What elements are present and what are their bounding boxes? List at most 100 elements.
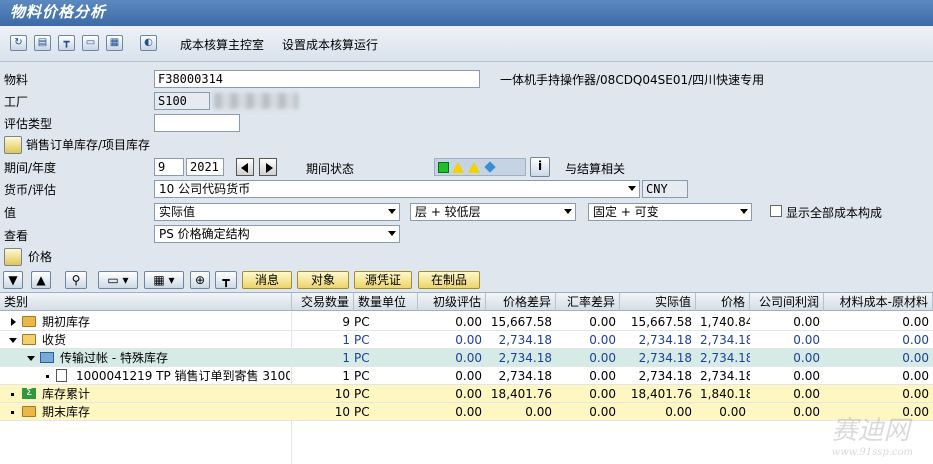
collapse-arrow-icon[interactable] — [27, 356, 35, 361]
row-primary: 0.00 — [455, 333, 482, 347]
previous-period-button[interactable] — [236, 158, 254, 176]
bullet-icon — [46, 375, 49, 378]
col-fx-difference[interactable]: 汇率差异 — [556, 293, 620, 311]
period-year-label: 期间/年度 — [4, 161, 57, 175]
row-actual: 2,734.18 — [638, 351, 692, 365]
folder-icon[interactable] — [4, 136, 22, 154]
wip-button[interactable]: 在制品 — [418, 271, 480, 289]
layout-icon[interactable]: ▤ — [34, 35, 51, 51]
row-primary: 0.00 — [455, 369, 482, 383]
col-actual-value[interactable]: 实际值 — [620, 293, 696, 311]
find-icon[interactable]: ⚲ — [65, 271, 87, 289]
row-material: 0.00 — [902, 387, 929, 401]
settings-icon[interactable]: ▭ — [82, 35, 99, 51]
info-icon[interactable]: ◐ — [140, 35, 157, 51]
arrow-left-icon — [241, 163, 248, 173]
table-header: 类别 交易数量 数量单位 初级评估 价格差异 汇率差异 实际值 价格 公司间利润… — [0, 293, 933, 311]
price-section-label[interactable]: 价格 — [28, 249, 52, 265]
row-primary: 0.00 — [455, 315, 482, 329]
row-interco: 0.00 — [793, 405, 820, 419]
next-period-button[interactable] — [259, 158, 277, 176]
table-row[interactable]: Σ 库存累计 10 PC 0.00 18,401.76 0.00 18,401.… — [0, 385, 933, 403]
show-all-cost-components-label: 显示全部成本构成 — [786, 206, 883, 220]
col-price-difference[interactable]: 价格差异 — [486, 293, 556, 311]
value-type-dropdown[interactable]: 实际值 — [154, 203, 400, 221]
info-button[interactable]: i — [530, 157, 550, 177]
row-primary: 0.00 — [455, 351, 482, 365]
refresh-icon[interactable]: ↻ — [10, 35, 27, 51]
table-icon[interactable]: ▦ — [106, 35, 123, 51]
layout-select-icon[interactable]: ▦ ▾ — [144, 271, 184, 289]
table-row[interactable]: 1000041219 TP 销售订单到寄售 31000 1 PC 0.00 2,… — [0, 367, 933, 385]
col-primary-valuation[interactable]: 初级评估 — [418, 293, 486, 311]
bullet-icon — [11, 411, 14, 414]
arrow-right-icon — [266, 163, 273, 173]
plant-input[interactable]: S100 — [154, 92, 210, 110]
folder-icon[interactable] — [4, 248, 22, 266]
expand-arrow-icon[interactable] — [11, 318, 16, 326]
material-input[interactable]: F38000314 — [154, 70, 480, 88]
row-unit: PC — [354, 405, 370, 419]
col-quantity[interactable]: 交易数量 — [292, 293, 354, 311]
fixed-variable-value: 固定 + 可变 — [593, 205, 659, 219]
messages-button[interactable]: 消息 — [242, 271, 292, 289]
period-input[interactable]: 9 — [154, 158, 184, 176]
row-fx-diff: 0.00 — [589, 351, 616, 365]
level-dropdown[interactable]: 层 + 较低层 — [410, 203, 576, 221]
expand-all-icon[interactable]: ▼ — [3, 271, 23, 289]
folder-icon — [22, 316, 36, 327]
hierarchy-icon[interactable]: ┳ — [58, 35, 75, 51]
period-status-indicator — [434, 158, 526, 176]
objects-button[interactable]: 对象 — [297, 271, 349, 289]
col-unit[interactable]: 数量单位 — [354, 293, 418, 311]
col-intercompany-profit[interactable]: 公司间利润 — [750, 293, 824, 311]
collapse-all-icon[interactable]: ▲ — [31, 271, 51, 289]
row-price: 0.00 — [719, 405, 746, 419]
sales-order-stock-label[interactable]: 销售订单库存/项目库存 — [26, 137, 150, 153]
costing-cockpit-link[interactable]: 成本核算主控室 — [180, 36, 264, 53]
setup-costing-run-link[interactable]: 设置成本核算运行 — [282, 36, 378, 53]
material-description: 一体机手持操作器/08CDQ04SE01/四川快速专用 — [500, 73, 765, 87]
year-input[interactable]: 2021 — [186, 158, 224, 176]
table-row[interactable]: 期末库存 10 PC 0.00 0.00 0.00 0.00 0.00 0.00… — [0, 403, 933, 421]
diamond-icon — [484, 161, 496, 173]
messages-label: 消息 — [254, 273, 279, 287]
row-price-diff: 2,734.18 — [498, 351, 552, 365]
watermark: 赛迪网 www.91ssp.com — [832, 410, 913, 458]
zoom-icon[interactable]: ⊕ — [190, 271, 210, 289]
table-row[interactable]: 收货 1 PC 0.00 2,734.18 0.00 2,734.18 2,73… — [0, 331, 933, 349]
table-row[interactable]: 传输过帐 - 特殊库存 1 PC 0.00 2,734.18 0.00 2,73… — [0, 349, 933, 367]
row-quantity: 9 — [342, 315, 350, 329]
table-row[interactable]: 期初库存 9 PC 0.00 15,667.58 0.00 15,667.58 … — [0, 313, 933, 331]
row-unit: PC — [354, 315, 370, 329]
bullet-icon — [11, 393, 14, 396]
currency-code: CNY — [642, 180, 688, 198]
row-actual: 0.00 — [665, 405, 692, 419]
row-quantity: 10 — [334, 387, 350, 401]
currency-value: 10 公司代码货币 — [159, 182, 251, 196]
row-category: 期末库存 — [42, 405, 91, 419]
application-toolbar: ↻ ▤ ┳ ▭ ▦ ◐ 成本核算主控室 设置成本核算运行 — [0, 26, 933, 62]
source-document-button[interactable]: 源凭证 — [354, 271, 412, 289]
col-price[interactable]: 价格 — [696, 293, 750, 311]
row-fx-diff: 0.00 — [589, 405, 616, 419]
value-label: 值 — [4, 206, 17, 220]
row-quantity: 1 — [342, 369, 350, 383]
structure-icon[interactable]: ┳ — [215, 271, 237, 289]
print-icon[interactable]: ▭ ▾ — [98, 271, 138, 289]
folder-icon — [22, 406, 36, 417]
col-material-cost[interactable]: 材料成本-原材料 — [824, 293, 933, 311]
fixed-variable-dropdown[interactable]: 固定 + 可变 — [588, 203, 752, 221]
value-type-value: 实际值 — [159, 205, 196, 219]
valuation-type-input[interactable] — [154, 114, 240, 132]
currency-dropdown[interactable]: 10 公司代码货币 — [154, 180, 640, 198]
chevron-down-icon — [564, 209, 572, 214]
collapse-arrow-icon[interactable] — [9, 338, 17, 343]
view-dropdown[interactable]: PS 价格确定结构 — [154, 225, 400, 243]
row-unit: PC — [354, 369, 370, 383]
row-interco: 0.00 — [793, 351, 820, 365]
show-all-cost-components-checkbox[interactable] — [770, 205, 782, 217]
selection-form: 物料 F38000314 一体机手持操作器/08CDQ04SE01/四川快速专用… — [0, 62, 933, 268]
currency-label: 货币/评估 — [4, 183, 57, 197]
col-category[interactable]: 类别 — [0, 293, 292, 311]
